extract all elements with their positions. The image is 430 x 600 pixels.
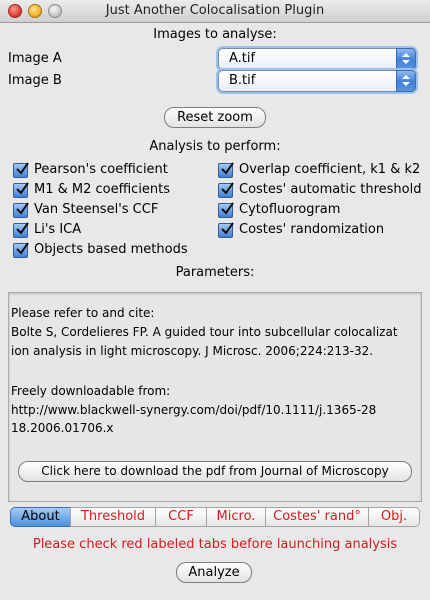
- tab-bar: About Threshold CCF Micro. Costes' rand°…: [10, 507, 420, 527]
- checkbox-label: M1 & M2 coefficients: [34, 182, 171, 197]
- warning-message: Please check red labeled tabs before lau…: [32, 537, 398, 552]
- checkmark-icon: [218, 162, 234, 178]
- about-text-line: Bolte S, Cordelieres FP. A guided tour i…: [11, 325, 398, 339]
- image-b-label: Image B: [8, 73, 62, 88]
- checkmark-icon: [218, 202, 234, 218]
- tab-micro[interactable]: Micro.: [206, 507, 266, 527]
- checkmark-icon: [13, 222, 29, 238]
- download-pdf-button[interactable]: Click here to download the pdf from Jour…: [18, 461, 412, 482]
- about-text-line: Please refer to and cite:: [11, 306, 155, 320]
- checkmark-icon: [13, 202, 29, 218]
- checkmark-icon: [218, 222, 234, 238]
- tab-threshold[interactable]: Threshold: [70, 507, 156, 527]
- checkbox-label: Costes' randomization: [239, 222, 385, 237]
- checkmark-icon: [13, 162, 29, 178]
- about-text-line: Freely downloadable from:: [11, 384, 171, 398]
- image-b-value: B.tif: [229, 73, 256, 88]
- checkbox-label: Cytofluorogram: [239, 202, 341, 217]
- checkmark-icon: [13, 242, 29, 258]
- about-text-line: 18.2006.01706.x: [11, 421, 114, 435]
- tab-obj[interactable]: Obj.: [368, 507, 420, 527]
- checkbox-label: Pearson's coefficient: [34, 162, 168, 177]
- title-bar[interactable]: Just Another Colocalisation Plugin: [0, 0, 430, 23]
- checkmark-icon: [218, 182, 234, 198]
- plugin-window: Just Another Colocalisation Plugin Image…: [0, 0, 430, 600]
- window-title: Just Another Colocalisation Plugin: [105, 3, 325, 18]
- checkbox-label: Costes' automatic threshold: [239, 182, 422, 197]
- checkbox-label: Li's ICA: [34, 222, 82, 237]
- about-text-panel: Please refer to and cite: Bolte S, Corde…: [8, 292, 422, 502]
- image-a-label: Image A: [8, 51, 62, 66]
- popup-arrows-icon: [396, 70, 416, 92]
- image-a-select[interactable]: A.tif: [218, 48, 416, 70]
- checkmark-icon: [13, 182, 29, 198]
- checkbox-label: Van Steensel's CCF: [34, 202, 159, 217]
- tab-about[interactable]: About: [10, 507, 71, 527]
- reset-zoom-button[interactable]: Reset zoom: [164, 107, 266, 128]
- images-heading: Images to analyse:: [153, 27, 277, 42]
- about-text-line: http://www.blackwell-synergy.com/doi/pdf…: [11, 403, 377, 417]
- checkbox-label: Objects based methods: [34, 242, 188, 257]
- tab-ccf[interactable]: CCF: [155, 507, 207, 527]
- checkbox-label: Overlap coefficient, k1 & k2: [239, 162, 421, 177]
- parameters-heading: Parameters:: [175, 265, 255, 280]
- about-text-line: ion analysis in light microscopy. J Micr…: [11, 344, 374, 358]
- image-b-select[interactable]: B.tif: [218, 70, 416, 92]
- analysis-heading: Analysis to perform:: [149, 139, 281, 154]
- image-a-value: A.tif: [229, 51, 256, 66]
- popup-arrows-icon: [396, 48, 416, 70]
- tab-costes-rand[interactable]: Costes' rand°: [265, 507, 369, 527]
- analyze-button[interactable]: Analyze: [176, 562, 252, 583]
